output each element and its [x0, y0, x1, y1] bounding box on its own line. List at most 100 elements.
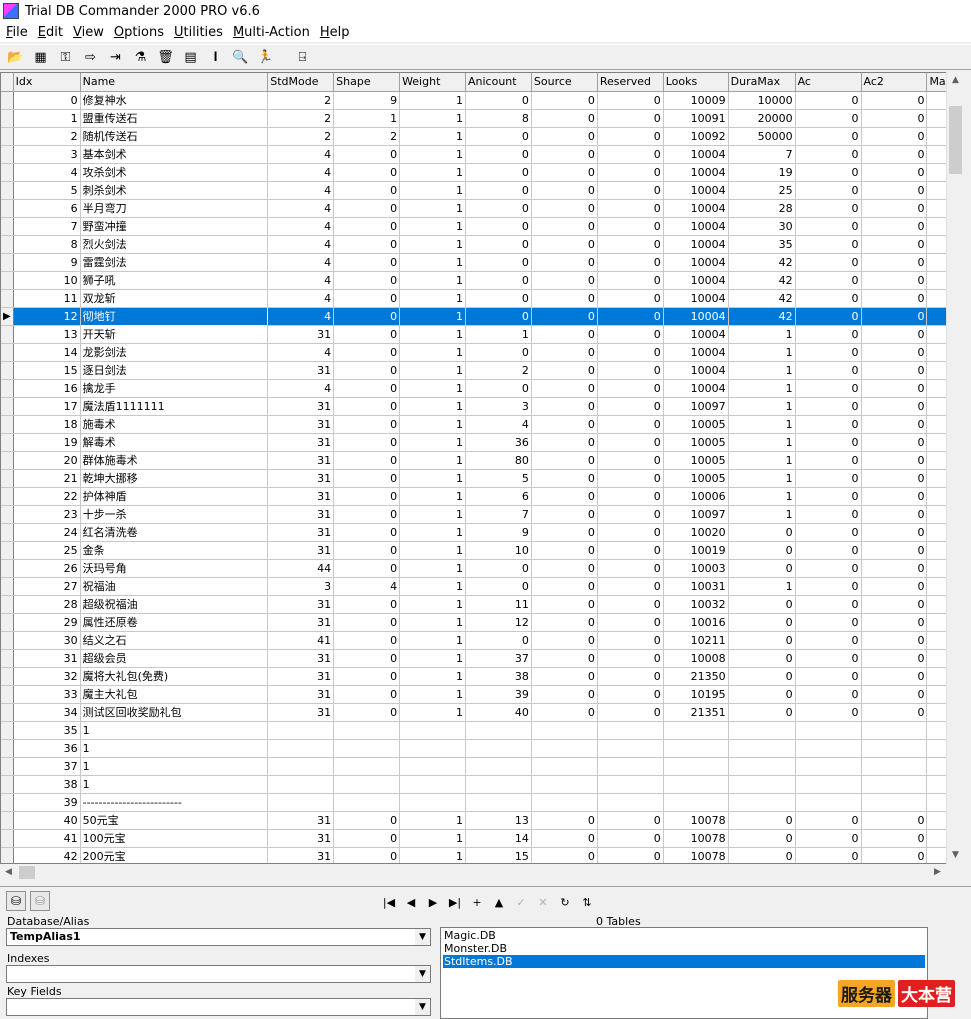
cell-looks[interactable]: 10003 [663, 559, 729, 578]
cell-ac[interactable]: 0 [795, 307, 862, 326]
cell-looks[interactable]: 10092 [663, 127, 729, 146]
cell-stdmode[interactable]: 4 [267, 181, 335, 200]
table-row[interactable]: 30 结义之石 41 0 1 0 0 0 10211 0 0 0 [1, 631, 961, 650]
cell-looks[interactable]: 10004 [663, 343, 729, 362]
cell-name[interactable]: 1 [80, 775, 269, 794]
cell-ac2[interactable]: 0 [861, 289, 928, 308]
cell-looks[interactable] [663, 793, 729, 812]
cell-weight[interactable]: 1 [399, 829, 466, 848]
cell-stdmode[interactable]: 31 [267, 703, 335, 722]
cell-looks[interactable]: 10091 [663, 109, 729, 128]
cell-anicount[interactable]: 12 [465, 613, 532, 632]
cell-idx[interactable]: 28 [13, 595, 81, 614]
cell-shape[interactable]: 0 [333, 487, 401, 506]
cell-idx[interactable]: 20 [13, 451, 81, 470]
cell-ac[interactable]: 0 [795, 235, 862, 254]
cell-anicount[interactable]: 2 [465, 361, 532, 380]
cell-reserved[interactable]: 0 [597, 649, 664, 668]
filter-icon[interactable]: ⚗ [131, 48, 150, 67]
cell-source[interactable]: 0 [531, 271, 598, 290]
cell-anicount[interactable]: 36 [465, 433, 532, 452]
cell-anicount[interactable]: 0 [465, 163, 532, 182]
table-row[interactable]: 16 擒龙手 4 0 1 0 0 0 10004 1 0 0 [1, 379, 961, 398]
cell-looks[interactable]: 10004 [663, 163, 729, 182]
table-row[interactable]: 2 随机传送石 2 2 1 0 0 0 10092 50000 0 0 [1, 127, 961, 146]
cell-ac2[interactable]: 0 [861, 325, 928, 344]
cell-reserved[interactable] [597, 721, 664, 740]
cell-ac[interactable]: 0 [795, 595, 862, 614]
cell-source[interactable]: 0 [531, 811, 598, 830]
cell-stdmode[interactable]: 4 [267, 307, 335, 326]
cell-shape[interactable]: 0 [333, 181, 401, 200]
row-indicator[interactable] [1, 235, 14, 254]
cell-shape[interactable] [333, 739, 401, 758]
cell-anicount[interactable]: 11 [465, 595, 532, 614]
cell-reserved[interactable]: 0 [597, 559, 664, 578]
cell-looks[interactable]: 10032 [663, 595, 729, 614]
cell-source[interactable]: 0 [531, 379, 598, 398]
cell-ac2[interactable]: 0 [861, 253, 928, 272]
cell-reserved[interactable]: 0 [597, 613, 664, 632]
row-indicator[interactable] [1, 559, 14, 578]
cell-idx[interactable]: 34 [13, 703, 81, 722]
cell-name[interactable]: ------------------------- [80, 793, 269, 812]
row-indicator[interactable] [1, 145, 14, 164]
cell-anicount[interactable]: 0 [465, 343, 532, 362]
cell-looks[interactable] [663, 775, 729, 794]
cell-weight[interactable] [399, 721, 466, 740]
row-indicator[interactable] [1, 487, 14, 506]
cell-weight[interactable]: 1 [399, 451, 466, 470]
cell-source[interactable]: 0 [531, 415, 598, 434]
cell-duramax[interactable]: 0 [728, 667, 796, 686]
cell-idx[interactable]: 35 [13, 721, 81, 740]
cell-idx[interactable]: 32 [13, 667, 81, 686]
cell-duramax[interactable]: 25 [728, 181, 796, 200]
cell-ac[interactable]: 0 [795, 127, 862, 146]
row-indicator[interactable] [1, 451, 14, 470]
cell-anicount[interactable]: 0 [465, 271, 532, 290]
cell-stdmode[interactable]: 41 [267, 631, 335, 650]
cell-anicount[interactable]: 0 [465, 235, 532, 254]
export-icon[interactable]: ⇥ [106, 48, 125, 67]
cell-duramax[interactable]: 1 [728, 577, 796, 596]
cell-ac[interactable] [795, 757, 862, 776]
cell-ac[interactable]: 0 [795, 397, 862, 416]
cell-looks[interactable]: 10211 [663, 631, 729, 650]
cell-anicount[interactable]: 8 [465, 109, 532, 128]
cell-source[interactable]: 0 [531, 127, 598, 146]
cell-stdmode[interactable]: 31 [267, 487, 335, 506]
cell-duramax[interactable]: 42 [728, 271, 796, 290]
cell-idx[interactable]: 18 [13, 415, 81, 434]
cell-stdmode[interactable]: 31 [267, 541, 335, 560]
cell-stdmode[interactable]: 31 [267, 397, 335, 416]
cell-idx[interactable]: 6 [13, 199, 81, 218]
cell-name[interactable]: 施毒术 [80, 415, 269, 434]
cell-weight[interactable]: 1 [399, 145, 466, 164]
cell-looks[interactable]: 10004 [663, 253, 729, 272]
cell-duramax[interactable]: 20000 [728, 109, 796, 128]
cell-reserved[interactable]: 0 [597, 307, 664, 326]
cell-ac[interactable]: 0 [795, 649, 862, 668]
cell-looks[interactable]: 10005 [663, 433, 729, 452]
cell-looks[interactable]: 10019 [663, 541, 729, 560]
row-indicator[interactable] [1, 253, 14, 272]
cell-reserved[interactable] [597, 775, 664, 794]
cell-duramax[interactable]: 42 [728, 307, 796, 326]
cell-duramax[interactable]: 35 [728, 235, 796, 254]
cell-idx[interactable]: 1 [13, 109, 81, 128]
cell-ac2[interactable]: 0 [861, 271, 928, 290]
cell-anicount[interactable]: 15 [465, 847, 532, 863]
cell-name[interactable]: 200元宝 [80, 847, 269, 863]
cell-duramax[interactable]: 1 [728, 325, 796, 344]
cell-duramax[interactable]: 50000 [728, 127, 796, 146]
row-indicator[interactable] [1, 505, 14, 524]
cell-reserved[interactable]: 0 [597, 145, 664, 164]
row-indicator[interactable] [1, 775, 14, 794]
cell-weight[interactable]: 1 [399, 181, 466, 200]
cell-stdmode[interactable]: 31 [267, 613, 335, 632]
table-row[interactable]: 39 ------------------------- [1, 793, 961, 812]
cell-ac2[interactable]: 0 [861, 829, 928, 848]
run-icon[interactable]: 🏃 [256, 48, 275, 67]
cell-shape[interactable]: 0 [333, 289, 401, 308]
cell-source[interactable]: 0 [531, 649, 598, 668]
